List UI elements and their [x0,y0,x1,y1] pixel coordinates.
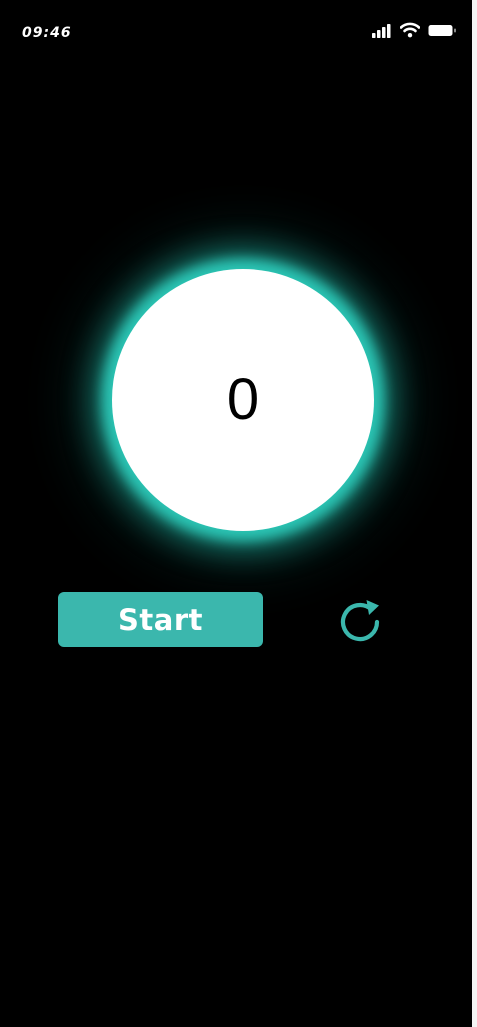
status-icons [370,20,460,42]
reset-icon [340,600,380,642]
status-bar: 09:46 [0,0,472,60]
reset-button[interactable] [333,595,387,649]
timer-value: 0 [226,367,260,432]
battery-icon [428,25,456,36]
screen-edge [472,0,477,1027]
app-screen: 09:46 0 Start [0,0,472,1027]
status-time: 09:46 [22,25,72,41]
start-button[interactable]: Start [58,592,263,647]
signal-icon [372,24,391,38]
wifi-icon [400,22,420,38]
